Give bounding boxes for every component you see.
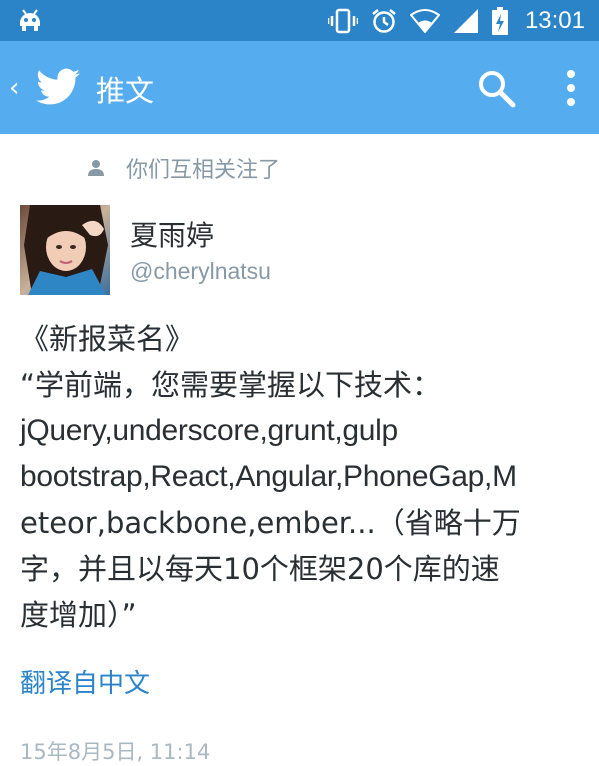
alarm-icon: [372, 8, 396, 33]
person-icon: [88, 160, 104, 176]
tweet-line: 《新报菜名》: [20, 322, 195, 356]
tweet-text: 《新报菜名》 “学前端，您需要掌握以下技术： jQuery,underscore…: [20, 316, 580, 638]
more-vert-icon[interactable]: [560, 66, 582, 110]
tweet-line: 度增加）”: [20, 598, 137, 632]
clock-time: 13:01: [524, 6, 585, 34]
avatar[interactable]: [20, 205, 110, 295]
battery-charging-icon: [491, 6, 508, 35]
twitter-bird-icon[interactable]: [36, 68, 80, 106]
translate-link[interactable]: 翻译自中文: [20, 663, 150, 700]
chevron-left-icon[interactable]: ‹: [9, 75, 19, 101]
follow-status: 你们互相关注了: [86, 152, 280, 184]
follow-status-text: 你们互相关注了: [126, 158, 281, 183]
search-icon[interactable]: [476, 68, 516, 108]
page-title: 推文: [96, 74, 155, 108]
signal-icon: [453, 8, 478, 33]
author-handle[interactable]: @cherylnatsu: [130, 258, 271, 285]
vibrate-icon: [327, 8, 358, 33]
android-icon: [20, 9, 40, 31]
tweet-timestamp: 15年8月5日, 11:14: [20, 740, 211, 764]
author-name[interactable]: 夏雨婷: [130, 214, 214, 254]
tweet-line: eteor,backbone,ember...（省略十万: [20, 506, 521, 540]
tweet-line: 字，并且以每天10个框架20个库的速: [20, 552, 500, 586]
status-bar: 13:01: [0, 0, 599, 41]
tweet-line: bootstrap,React,Angular,PhoneGap,M: [20, 460, 517, 493]
wifi-icon: [409, 8, 440, 33]
app-bar: ‹ 推文: [0, 41, 599, 134]
tweet-line: “学前端，您需要掌握以下技术：: [20, 368, 442, 402]
tweet-line: jQuery,underscore,grunt,gulp: [20, 414, 398, 447]
